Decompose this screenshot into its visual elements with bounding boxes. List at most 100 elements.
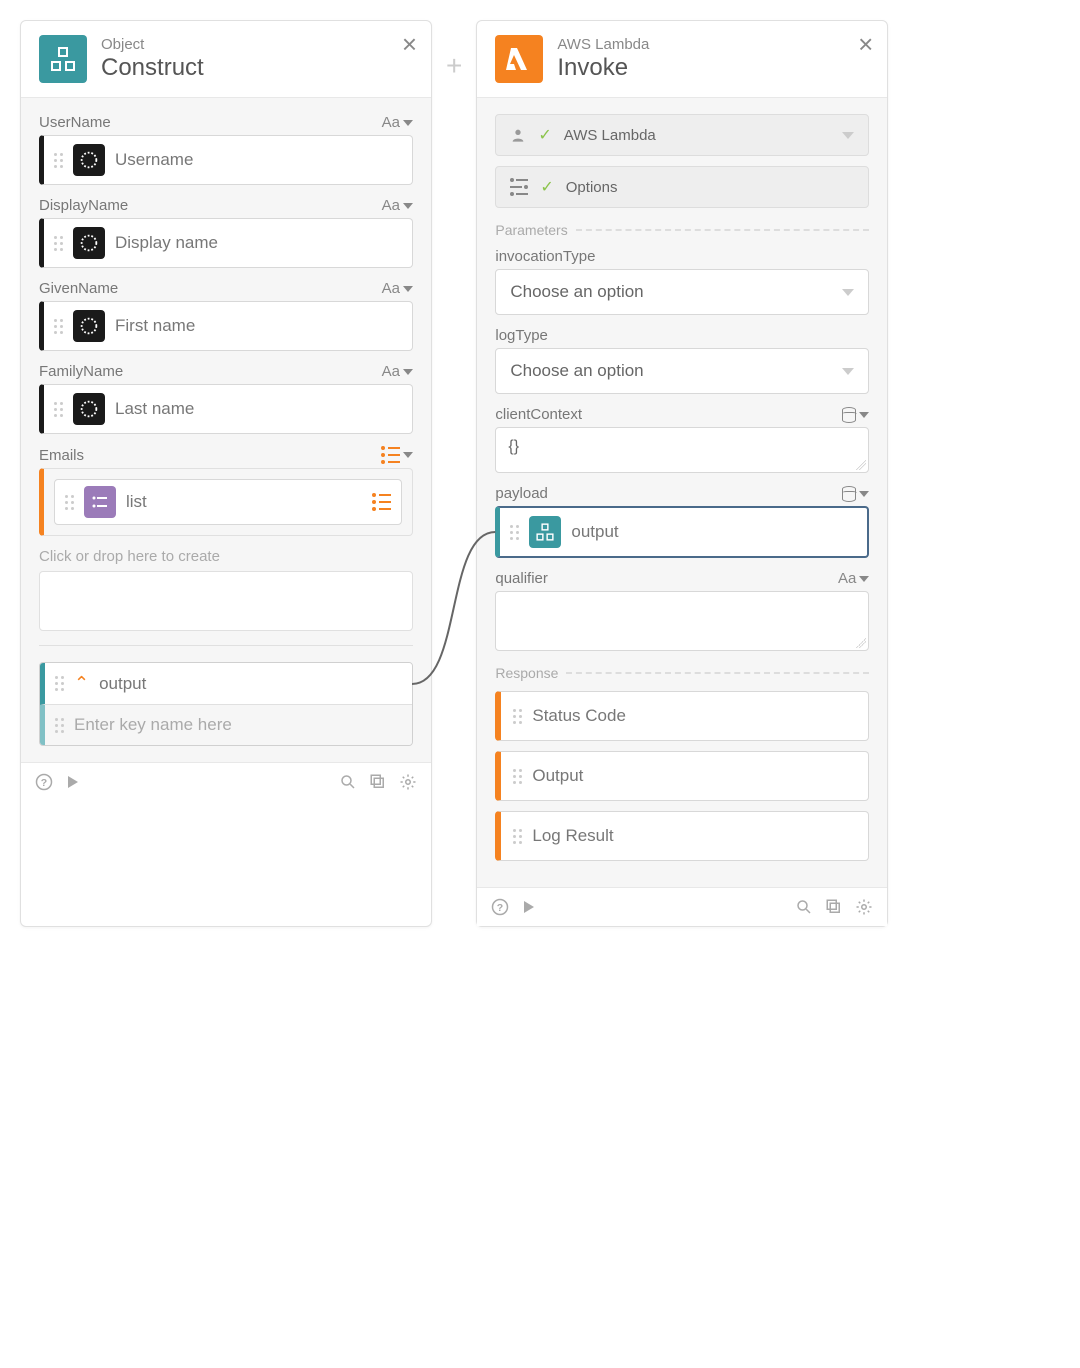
field-label: clientContext <box>495 406 582 423</box>
check-icon: ✓ <box>540 177 553 197</box>
type-indicator-object[interactable] <box>842 407 869 423</box>
list-type-icon <box>381 446 400 464</box>
chevron-up-icon[interactable]: ⌃ <box>74 673 89 694</box>
drag-handle-icon[interactable] <box>513 769 522 784</box>
resize-handle-icon[interactable] <box>856 460 866 470</box>
field-label: DisplayName <box>39 197 128 214</box>
parameters-section-title: Parameters <box>495 222 869 238</box>
copy-icon[interactable] <box>825 898 843 916</box>
drag-handle-icon[interactable] <box>65 495 74 510</box>
drag-handle-icon[interactable] <box>513 829 522 844</box>
okta-chip-icon <box>73 310 105 342</box>
type-indicator[interactable]: Aa <box>382 280 413 297</box>
sliders-icon <box>510 178 528 196</box>
type-indicator[interactable]: Aa <box>382 114 413 131</box>
payload-pill[interactable]: output <box>495 506 869 558</box>
field-value-pill[interactable]: First name <box>39 301 413 351</box>
card-header: AWS Lambda Invoke <box>477 21 887 98</box>
options-label: Options <box>566 179 855 196</box>
field-client-context: clientContext {} <box>495 406 869 473</box>
response-output[interactable]: Output <box>495 751 869 801</box>
drag-handle-icon[interactable] <box>54 319 63 334</box>
drag-handle-icon[interactable] <box>55 718 64 733</box>
response-log-result[interactable]: Log Result <box>495 811 869 861</box>
qualifier-input[interactable] <box>495 591 869 651</box>
list-type-icon <box>372 493 391 511</box>
help-icon[interactable]: ? <box>35 773 53 791</box>
field-value-pill[interactable]: Display name <box>39 218 413 268</box>
drag-handle-icon[interactable] <box>513 709 522 724</box>
response-status-code[interactable]: Status Code <box>495 691 869 741</box>
help-icon[interactable]: ? <box>491 898 509 916</box>
output-label: output <box>99 674 146 694</box>
list-container[interactable]: list <box>39 468 413 536</box>
user-icon <box>510 127 526 143</box>
add-card-button[interactable]: + <box>432 20 476 82</box>
type-indicator[interactable]: Aa <box>838 570 869 587</box>
type-indicator[interactable]: Aa <box>382 197 413 214</box>
field-label: FamilyName <box>39 363 123 380</box>
aws-lambda-invoke-card: × AWS Lambda Invoke ✓ AWS Lambda ✓ Optio… <box>476 20 888 927</box>
response-label: Log Result <box>532 826 613 846</box>
object-type-icon <box>842 486 856 502</box>
field-label: Emails <box>39 447 84 464</box>
field-value-pill[interactable]: Username <box>39 135 413 185</box>
close-icon[interactable]: × <box>858 31 873 57</box>
play-icon[interactable] <box>521 899 537 915</box>
field-label: UserName <box>39 114 111 131</box>
field-invocation-type: invocationType Choose an option <box>495 248 869 315</box>
invocation-type-select[interactable]: Choose an option <box>495 269 869 315</box>
key-name-input[interactable]: Enter key name here <box>74 715 232 735</box>
drag-handle-icon[interactable] <box>55 676 64 691</box>
search-icon[interactable] <box>339 773 357 791</box>
drag-handle-icon[interactable] <box>510 525 519 540</box>
response-label: Output <box>532 766 583 786</box>
output-key-input-pill[interactable]: Enter key name here <box>40 705 412 745</box>
copy-icon[interactable] <box>369 773 387 791</box>
gear-icon[interactable] <box>399 773 417 791</box>
okta-chip-icon <box>73 227 105 259</box>
dropzone[interactable] <box>39 571 413 631</box>
search-icon[interactable] <box>795 898 813 916</box>
play-icon[interactable] <box>65 774 81 790</box>
aws-lambda-icon <box>495 35 543 83</box>
connection-label: AWS Lambda <box>564 127 831 144</box>
field-givenname: GivenName Aa First name <box>39 280 413 351</box>
chip-label: Username <box>115 150 193 170</box>
client-context-input[interactable]: {} <box>495 427 869 473</box>
connection-selector[interactable]: ✓ AWS Lambda <box>495 114 869 156</box>
output-stack: ⌃ output Enter key name here <box>39 662 413 746</box>
field-payload: payload output <box>495 485 869 558</box>
log-type-select[interactable]: Choose an option <box>495 348 869 394</box>
field-familyname: FamilyName Aa Last name <box>39 363 413 434</box>
field-label: payload <box>495 485 548 502</box>
field-value-pill[interactable]: Last name <box>39 384 413 434</box>
type-indicator-list[interactable] <box>381 446 413 464</box>
drag-handle-icon[interactable] <box>54 236 63 251</box>
field-label: invocationType <box>495 248 595 265</box>
gear-icon[interactable] <box>855 898 873 916</box>
object-icon <box>39 35 87 83</box>
type-indicator-object[interactable] <box>842 486 869 502</box>
list-item-pill[interactable]: list <box>54 479 402 525</box>
card-suptitle: AWS Lambda <box>557 36 869 54</box>
svg-text:?: ? <box>497 902 503 914</box>
drop-hint: Click or drop here to create <box>39 548 413 565</box>
chevron-down-icon <box>842 132 854 139</box>
field-displayname: DisplayName Aa Display name <box>39 197 413 268</box>
chip-label: Last name <box>115 399 194 419</box>
chip-label: list <box>126 492 147 512</box>
resize-handle-icon[interactable] <box>856 638 866 648</box>
type-indicator[interactable]: Aa <box>382 363 413 380</box>
okta-chip-icon <box>73 144 105 176</box>
options-selector[interactable]: ✓ Options <box>495 166 869 208</box>
drag-handle-icon[interactable] <box>54 153 63 168</box>
list-chip-icon <box>84 486 116 518</box>
svg-text:?: ? <box>41 777 47 789</box>
close-icon[interactable]: × <box>402 31 417 57</box>
object-construct-card: × Object Construct UserName Aa Usernam <box>20 20 432 927</box>
drag-handle-icon[interactable] <box>54 402 63 417</box>
output-pill[interactable]: ⌃ output <box>40 663 412 705</box>
response-section-title: Response <box>495 665 869 681</box>
field-qualifier: qualifier Aa <box>495 570 869 651</box>
